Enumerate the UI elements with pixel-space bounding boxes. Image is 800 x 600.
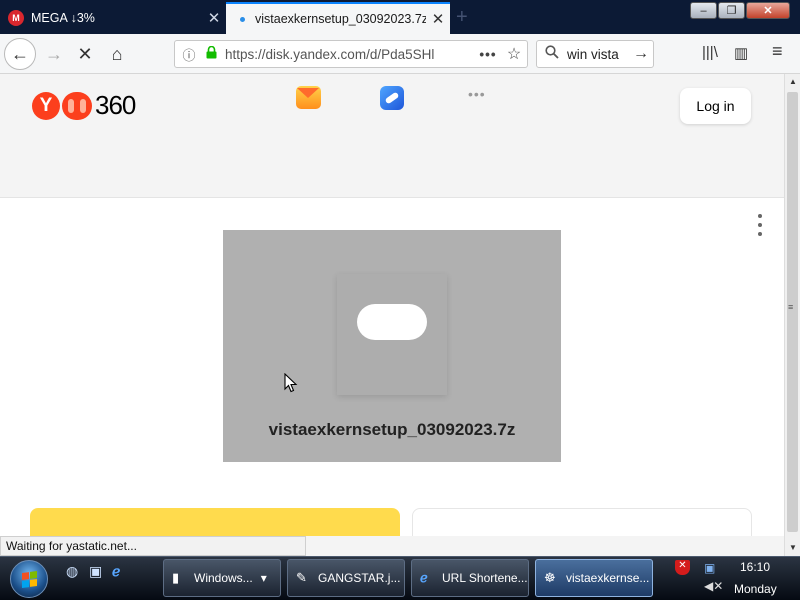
back-button[interactable]: ← <box>4 38 36 70</box>
scroll-thumb[interactable] <box>787 92 798 532</box>
taskbar-button-url-shortener[interactable]: ℯ URL Shortene... <box>411 559 529 597</box>
minimize-button[interactable]: – <box>690 2 717 19</box>
start-button[interactable] <box>10 560 48 598</box>
more-services-icon[interactable]: ••• <box>468 86 486 102</box>
scroll-down-icon[interactable]: ▼ <box>785 540 800 556</box>
url-input[interactable]: https://disk.yandex.com/d/Pda5SHl <box>219 47 475 62</box>
yandex-logo-icon: Y <box>32 91 60 120</box>
taskbar: ◍ ▣ ℯ ▮ Windows... ▾ ✎ GANGSTAR.j... ℯ U… <box>0 556 800 600</box>
volume-muted-icon[interactable]: ◀✕ <box>704 579 723 593</box>
tab-yandex-disk[interactable]: vistaexkernsetup_03092023.7z – ✕ <box>226 2 450 34</box>
site-info-icon[interactable]: ⓘ <box>175 45 203 64</box>
sidebar-icon[interactable]: ▥ <box>734 44 748 62</box>
taskbar-button-label: Windows... <box>194 571 253 585</box>
yandex-360-logo[interactable]: Y 360 <box>32 90 136 121</box>
mouse-cursor-icon <box>284 373 298 393</box>
url-bar[interactable]: ⓘ https://disk.yandex.com/d/Pda5SHl ••• … <box>174 40 528 68</box>
taskbar-button-gangstar[interactable]: ✎ GANGSTAR.j... <box>287 559 405 597</box>
tab-label: vistaexkernsetup_03092023.7z – <box>255 12 426 26</box>
scroll-up-icon[interactable]: ▲ <box>785 74 800 90</box>
site-header: Y 360 ••• Log in <box>0 74 784 198</box>
show-desktop-icon[interactable]: ◍ <box>66 563 78 580</box>
firefox-icon: ☸ <box>544 570 556 585</box>
mega-logo-icon: M <box>8 10 24 26</box>
page-viewport: Y 360 ••• Log in vistaexkernsetup_030920… <box>0 74 784 536</box>
taskbar-button-label: URL Shortene... <box>442 571 528 585</box>
paint-icon: ✎ <box>296 570 307 585</box>
close-tab-icon[interactable]: ✕ <box>426 10 450 28</box>
vertical-scrollbar[interactable]: ▲ ≡ ▼ <box>784 74 800 556</box>
page-actions-icon[interactable]: ••• <box>475 47 501 62</box>
search-icon <box>537 45 567 63</box>
tab-strip: M MEGA ↓3% ✕ vistaexkernsetup_03092023.7… <box>0 0 800 34</box>
archive-file-icon <box>337 274 447 395</box>
forward-button[interactable]: → <box>38 38 70 70</box>
file-content: vistaexkernsetup_03092023.7z <box>0 198 784 536</box>
tab-mega[interactable]: M MEGA ↓3% ✕ <box>0 2 226 34</box>
search-input[interactable]: win vista <box>567 47 629 62</box>
windows-logo-icon <box>22 570 37 589</box>
clock-time[interactable]: 16:10 <box>740 560 770 574</box>
navigation-toolbar: ← → ✕ ⌂ ⓘ https://disk.yandex.com/d/Pda5… <box>0 34 800 74</box>
scroll-grip-icon: ≡ <box>788 302 794 312</box>
telemost-icon[interactable] <box>380 86 404 110</box>
clock-day[interactable]: Monday <box>734 582 777 596</box>
login-button[interactable]: Log in <box>680 88 751 124</box>
home-button[interactable]: ⌂ <box>101 38 133 70</box>
save-to-disk-button[interactable] <box>412 508 752 536</box>
taskbar-button-windows[interactable]: ▮ Windows... ▾ <box>163 559 281 597</box>
window-controls: – ❐ ✕ <box>690 2 790 19</box>
internet-explorer-icon[interactable]: ℯ <box>112 563 120 580</box>
tab-label: MEGA ↓3% <box>31 11 95 25</box>
yandex-360-mark-icon <box>62 91 92 120</box>
maximize-button[interactable]: ❐ <box>718 2 745 19</box>
new-tab-button[interactable]: + <box>456 6 468 29</box>
search-bar[interactable]: win vista → <box>536 40 654 68</box>
status-text: Waiting for yastatic.net... <box>0 536 306 556</box>
taskbar-button-label: vistaexkernse... <box>566 571 650 585</box>
library-icon[interactable]: |||\ <box>702 44 718 61</box>
chevron-down-icon[interactable]: ▾ <box>261 571 267 585</box>
logo-text: 360 <box>95 90 136 120</box>
file-type-pill <box>357 304 427 340</box>
more-options-icon[interactable] <box>750 214 770 236</box>
taskbar-button-firefox[interactable]: ☸ vistaexkernse... <box>535 559 653 597</box>
security-alert-icon[interactable]: ✕ <box>675 560 690 575</box>
close-tab-icon[interactable]: ✕ <box>202 9 226 27</box>
lock-icon <box>203 45 219 62</box>
internet-explorer-icon: ℯ <box>420 570 428 585</box>
file-preview: vistaexkernsetup_03092023.7z <box>223 230 561 462</box>
bookmark-star-icon[interactable]: ☆ <box>501 44 527 64</box>
file-name: vistaexkernsetup_03092023.7z <box>268 420 516 439</box>
folder-icon: ▮ <box>172 570 180 585</box>
switch-windows-icon[interactable]: ▣ <box>89 563 102 580</box>
search-go-icon[interactable]: → <box>629 45 653 63</box>
mail-icon[interactable] <box>296 86 321 109</box>
close-window-button[interactable]: ✕ <box>746 2 790 19</box>
download-button[interactable] <box>30 508 400 536</box>
stop-button[interactable]: ✕ <box>69 38 101 70</box>
taskbar-button-label: GANGSTAR.j... <box>318 571 401 585</box>
network-icon[interactable]: ▣ <box>704 561 715 575</box>
loading-dot-icon <box>240 16 245 22</box>
menu-icon[interactable]: ≡ <box>772 41 783 62</box>
